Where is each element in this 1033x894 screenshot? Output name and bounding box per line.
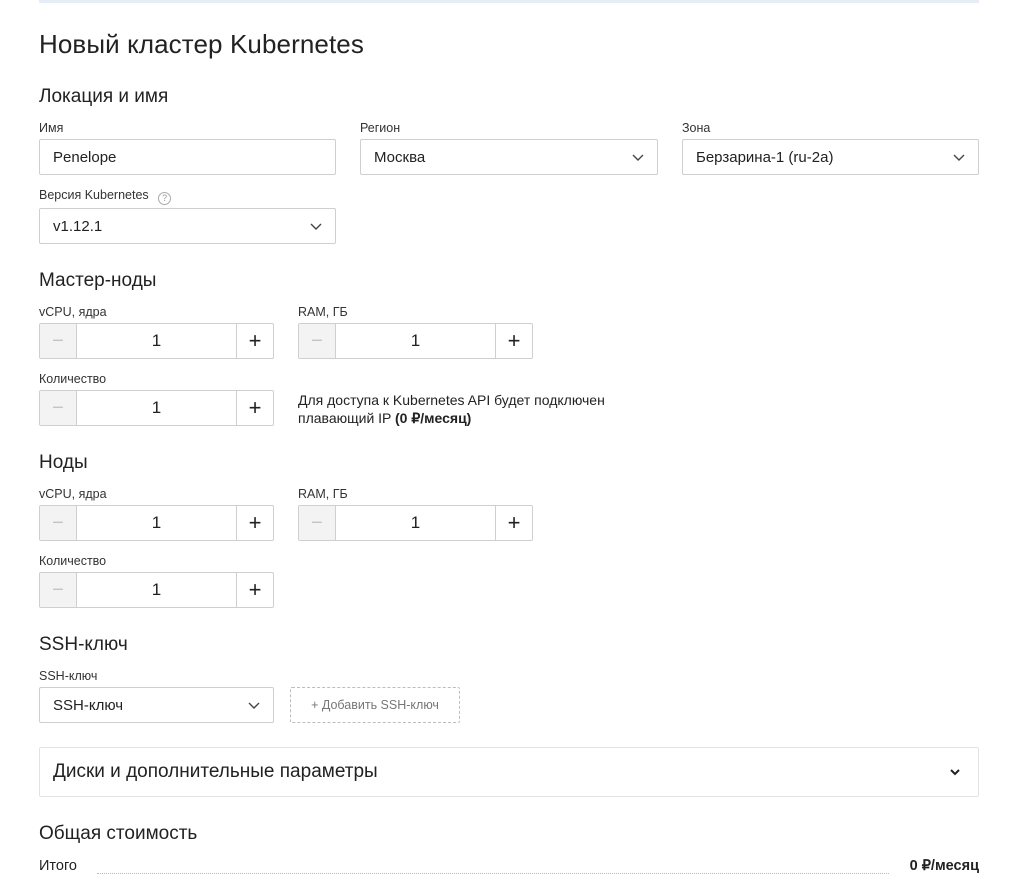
region-label: Регион — [360, 121, 401, 135]
nodes-vcpu-label: vCPU, ядра — [39, 487, 107, 501]
ssh-field-label: SSH-ключ — [39, 669, 98, 683]
decrement-button[interactable]: − — [40, 506, 77, 540]
nodes-ram-value[interactable]: 1 — [336, 506, 496, 540]
ssh-section-title: SSH-ключ — [39, 634, 128, 655]
api-note-line2-row: плавающий IP (0 ₽/месяц) — [298, 409, 605, 427]
total-price: 0 ₽/месяц — [909, 858, 979, 874]
advanced-params-label: Диски и дополнительные параметры — [53, 761, 378, 782]
master-ram-label: RAM, ГБ — [298, 305, 348, 319]
chevron-down-icon — [953, 154, 965, 161]
nodes-ram-stepper: − 1 + — [298, 505, 533, 541]
api-note-price: (0 ₽/месяц) — [395, 410, 472, 426]
master-count-label: Количество — [39, 372, 107, 386]
master-ram-stepper: − 1 + — [298, 323, 533, 359]
advanced-params-accordion[interactable]: Диски и дополнительные параметры — [39, 747, 979, 797]
name-input[interactable]: Penelope — [39, 139, 336, 175]
increment-button[interactable]: + — [237, 506, 273, 540]
master-count-value[interactable]: 1 — [77, 391, 237, 425]
nodes-vcpu-stepper: − 1 + — [39, 505, 274, 541]
master-ram-value[interactable]: 1 — [336, 324, 496, 358]
chevron-down-icon — [310, 223, 322, 230]
cost-section-title: Общая стоимость — [39, 823, 198, 844]
decrement-button[interactable]: − — [299, 324, 336, 358]
increment-button[interactable]: + — [237, 391, 273, 425]
nodes-count-stepper: − 1 + — [39, 572, 274, 608]
increment-button[interactable]: + — [237, 573, 273, 607]
api-access-note: Для доступа к Kubernetes API будет подкл… — [298, 391, 605, 427]
region-select-value: Москва — [374, 148, 426, 166]
name-label: Имя — [39, 121, 64, 135]
name-input-value: Penelope — [53, 148, 117, 166]
nodes-ram-label: RAM, ГБ — [298, 487, 348, 501]
location-section-title: Локация и имя — [39, 86, 169, 107]
top-divider — [39, 0, 979, 3]
chevron-down-icon — [950, 769, 960, 776]
master-section-title: Мастер-ноды — [39, 270, 157, 291]
increment-button[interactable]: + — [237, 324, 273, 358]
page-title: Новый кластер Kubernetes — [39, 29, 364, 59]
decrement-button[interactable]: − — [40, 573, 77, 607]
add-ssh-key-button[interactable]: + Добавить SSH-ключ — [290, 687, 460, 723]
master-count-stepper: − 1 + — [39, 390, 274, 426]
chevron-down-icon — [248, 702, 260, 709]
zone-select[interactable]: Берзарина-1 (ru-2a) — [682, 139, 979, 175]
increment-button[interactable]: + — [496, 506, 532, 540]
nodes-vcpu-value[interactable]: 1 — [77, 506, 237, 540]
master-vcpu-value[interactable]: 1 — [77, 324, 237, 358]
increment-button[interactable]: + — [496, 324, 532, 358]
api-note-line2: плавающий IP — [298, 410, 396, 426]
zone-select-value: Берзарина-1 (ru-2a) — [696, 148, 834, 166]
chevron-down-icon — [632, 154, 644, 161]
zone-label: Зона — [682, 121, 711, 135]
decrement-button[interactable]: − — [299, 506, 336, 540]
api-note-line1: Для доступа к Kubernetes API будет подкл… — [298, 392, 605, 408]
version-select[interactable]: v1.12.1 — [39, 208, 336, 244]
total-label: Итого — [39, 858, 77, 874]
dotted-leader — [97, 873, 889, 874]
nodes-section-title: Ноды — [39, 452, 88, 473]
decrement-button[interactable]: − — [40, 324, 77, 358]
master-vcpu-label: vCPU, ядра — [39, 305, 107, 319]
region-select[interactable]: Москва — [360, 139, 658, 175]
total-row: Итого 0 ₽/месяц — [39, 857, 979, 879]
ssh-key-select-value: SSH-ключ — [53, 696, 124, 714]
master-vcpu-stepper: − 1 + — [39, 323, 274, 359]
version-label: Версия Kubernetes — [39, 188, 149, 202]
nodes-count-label: Количество — [39, 554, 107, 568]
version-select-value: v1.12.1 — [53, 217, 103, 235]
version-label-row: Версия Kubernetes ? — [39, 188, 172, 205]
question-circle-icon[interactable]: ? — [158, 192, 172, 205]
ssh-key-select[interactable]: SSH-ключ — [39, 687, 274, 723]
decrement-button[interactable]: − — [40, 391, 77, 425]
nodes-count-value[interactable]: 1 — [77, 573, 237, 607]
